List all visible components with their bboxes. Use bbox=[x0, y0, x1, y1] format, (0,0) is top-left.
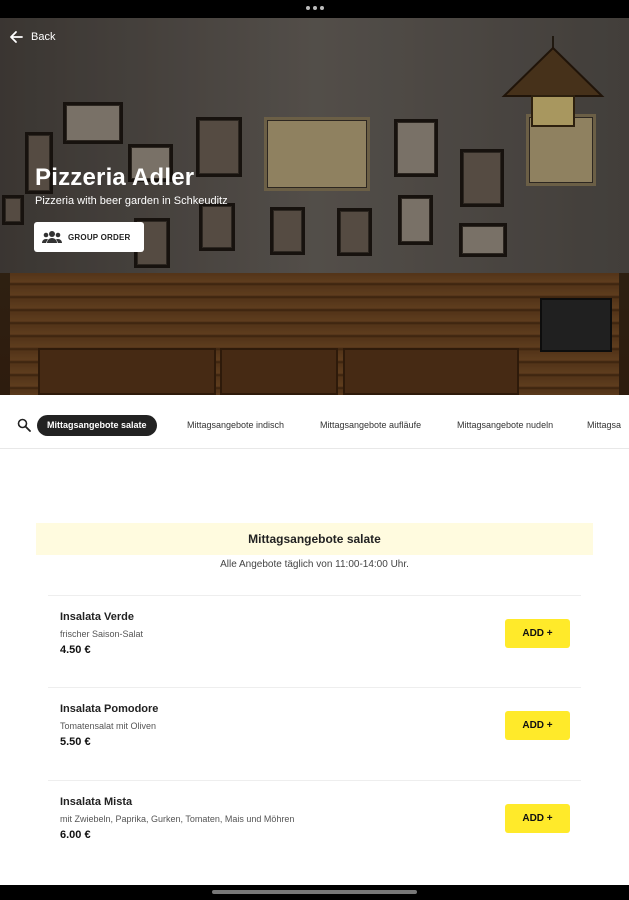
status-bar bbox=[0, 0, 629, 18]
group-icon bbox=[42, 231, 62, 243]
navigation-bar bbox=[0, 885, 629, 900]
item-name: Insalata Pomodore bbox=[60, 703, 159, 715]
menu-item[interactable]: Insalata Pomodore Tomatensalat mit Olive… bbox=[48, 687, 581, 779]
item-name: Insalata Verde bbox=[60, 611, 134, 623]
menu-item[interactable]: Insalata Mista mit Zwiebeln, Paprika, Gu… bbox=[48, 780, 581, 872]
category-tabs: Mittagsangebote salate Mittagsangebote i… bbox=[0, 395, 629, 449]
section-title: Mittagsangebote salate bbox=[36, 523, 593, 555]
add-button[interactable]: ADD + bbox=[505, 804, 570, 833]
add-button[interactable]: ADD + bbox=[505, 711, 570, 740]
home-handle[interactable] bbox=[212, 890, 417, 894]
restaurant-tagline: Pizzeria with beer garden in Schkeuditz bbox=[35, 195, 228, 207]
restaurant-name: Pizzeria Adler bbox=[35, 164, 195, 191]
item-price: 5.50 € bbox=[60, 736, 91, 748]
menu-item[interactable]: Insalata Verde frischer Saison-Salat 4.5… bbox=[48, 595, 581, 687]
back-label: Back bbox=[31, 31, 56, 43]
hero-banner: Back Pizzeria Adler Pizzeria with beer g… bbox=[0, 18, 629, 395]
tab-mittagsangebote-salate[interactable]: Mittagsangebote salate bbox=[37, 415, 157, 436]
item-description: mit Zwiebeln, Paprika, Gurken, Tomaten, … bbox=[60, 814, 295, 824]
item-name: Insalata Mista bbox=[60, 796, 133, 808]
window-dots bbox=[305, 6, 324, 10]
search-icon[interactable] bbox=[17, 418, 31, 432]
back-button[interactable]: Back bbox=[9, 30, 55, 44]
tab-mittagsangebote-nudeln[interactable]: Mittagsangebote nudeln bbox=[457, 415, 553, 436]
item-price: 4.50 € bbox=[60, 644, 91, 656]
tab-mittagsangebote-indisch[interactable]: Mittagsangebote indisch bbox=[187, 415, 284, 436]
item-price: 6.00 € bbox=[60, 829, 91, 841]
item-description: Tomatensalat mit Oliven bbox=[60, 721, 157, 731]
arrow-left-icon bbox=[10, 31, 23, 43]
group-order-label: GROUP ORDER bbox=[68, 232, 131, 242]
group-order-button[interactable]: GROUP ORDER bbox=[34, 222, 144, 252]
item-description: frischer Saison-Salat bbox=[60, 629, 144, 639]
section-description: Alle Angebote täglich von 11:00-14:00 Uh… bbox=[220, 559, 409, 570]
tab-mittagsangebote-more[interactable]: Mittagsa bbox=[587, 415, 621, 436]
tab-mittagsangebote-auflaeufe[interactable]: Mittagsangebote aufläufe bbox=[320, 415, 421, 436]
add-button[interactable]: ADD + bbox=[505, 619, 570, 648]
menu-content: Mittagsangebote salate Mittagsangebote i… bbox=[0, 395, 629, 885]
